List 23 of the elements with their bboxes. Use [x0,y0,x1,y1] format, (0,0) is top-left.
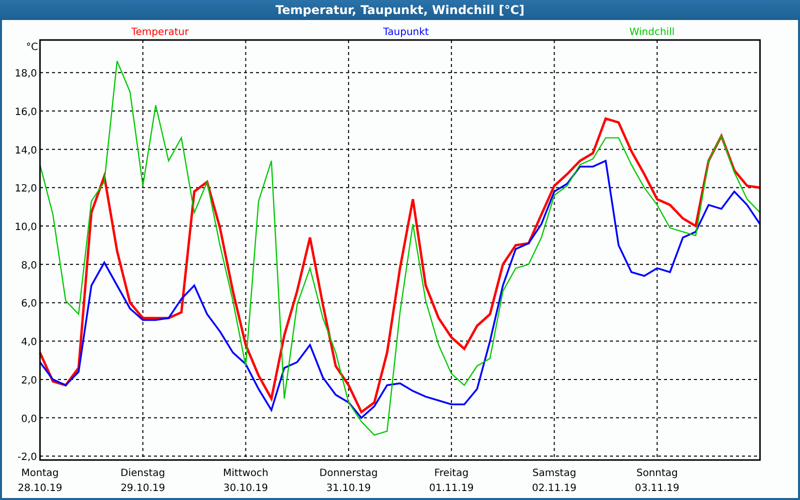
x-tick-label: Donnerstag 31.10.19 [319,467,378,496]
x-tick-label: Mittwoch 30.10.19 [223,467,268,496]
x-tick-label: Dienstag 29.10.19 [120,467,166,496]
y-tick-label: 2,0 [21,375,37,386]
x-tick-label: Montag 28.10.19 [18,467,62,496]
legend-label: Temperatur [131,27,189,38]
y-tick-label: 8,0 [21,260,37,272]
y-tick-label: 4,0 [21,337,37,348]
axis-unit-label: °C [26,42,38,53]
y-tick-label: 6,0 [21,298,37,310]
y-tick-label: 0,0 [21,414,37,425]
x-tick-label: Samstag 02.11.19 [532,467,577,496]
y-tick-label: 12,0 [14,184,37,195]
y-tick-label: -2,0 [17,452,37,464]
x-tick-label: Sonntag 03.11.19 [634,467,680,496]
y-tick-label: 16,0 [14,106,37,118]
y-tick-label: 14,0 [14,145,37,156]
window-title: Temperatur, Taupunkt, Windchill [°C] [0,0,800,20]
y-tick-label: 10,0 [14,222,37,234]
legend-label: Windchill [629,27,675,38]
legend-label: Taupunkt [383,27,429,38]
y-tick-label: 18,0 [14,68,37,80]
x-tick-label: Freitag 01.11.19 [429,467,474,496]
